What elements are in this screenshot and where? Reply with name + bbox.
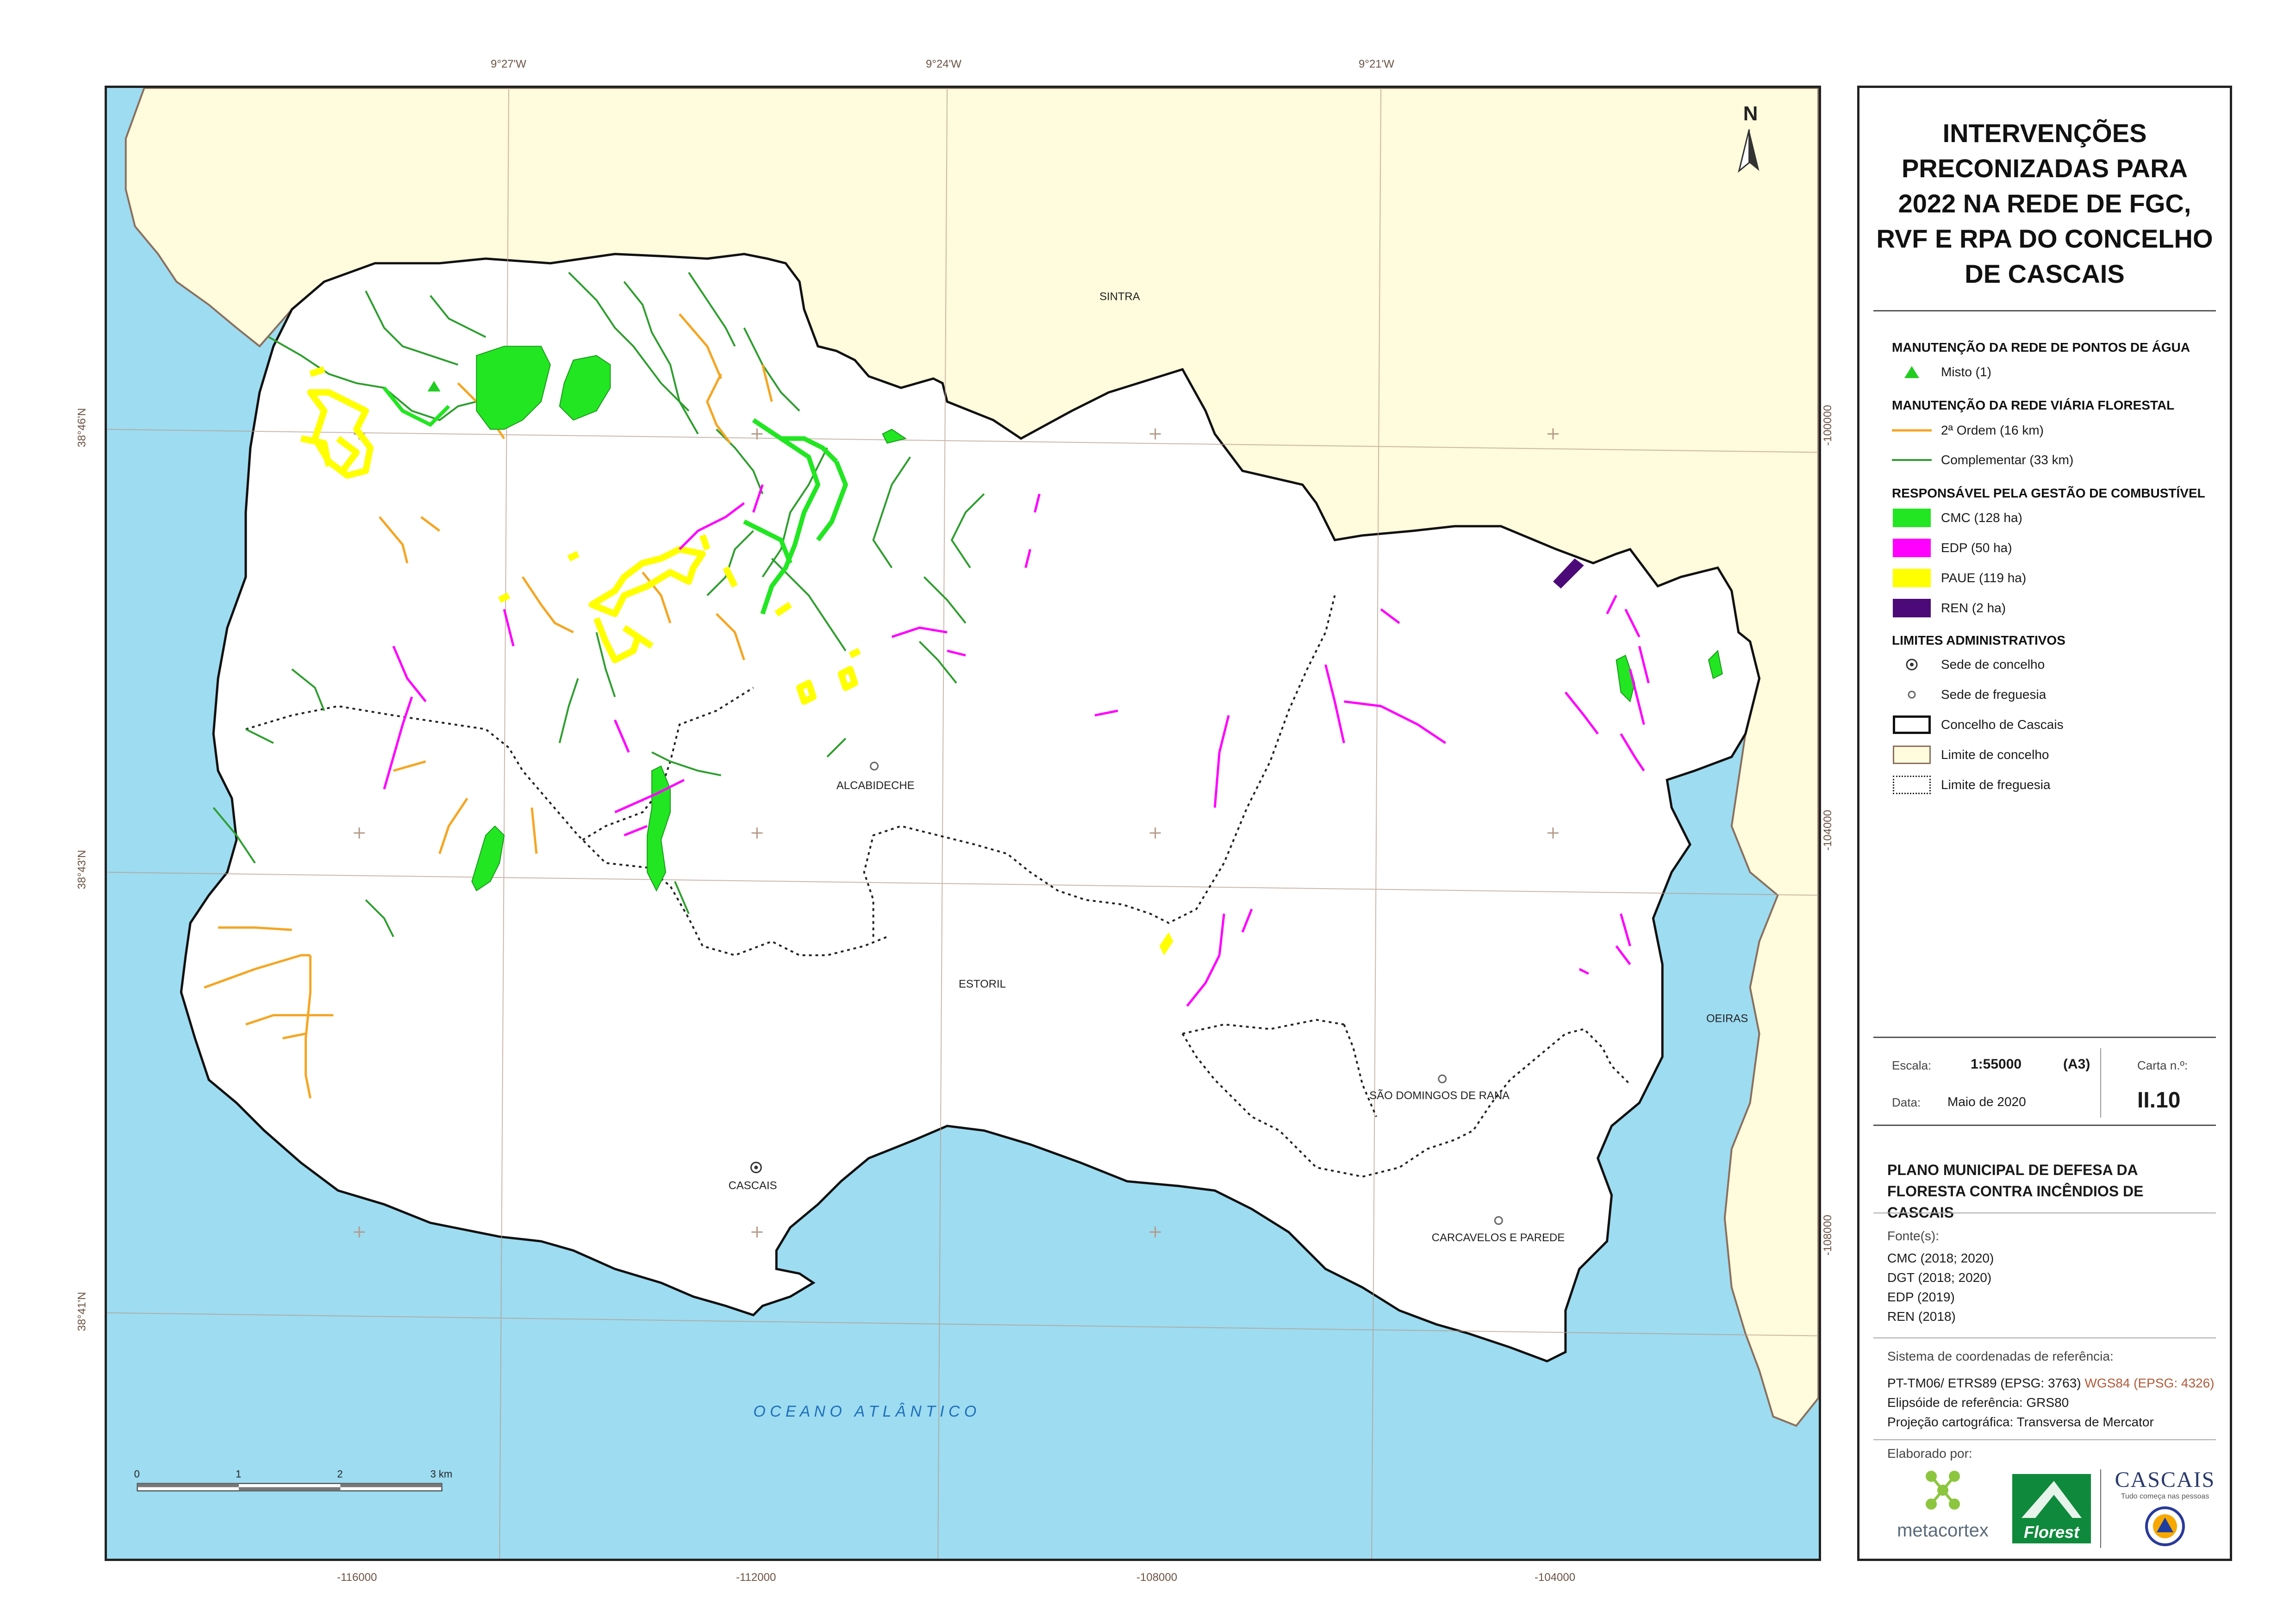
projection: Projeção cartográfica: Transversa de Mer… — [1887, 1415, 2154, 1429]
scale-value: 1:55000 — [1971, 1057, 2022, 1072]
northing-tick-1: -100000 — [1822, 404, 1834, 446]
source-1: CMC (2018; 2020) — [1887, 1251, 1994, 1265]
label-ocean: O C E A N O A T L Â N T I C O — [753, 1403, 976, 1420]
crs-label: Sistema de coordenadas de referência: — [1887, 1349, 2114, 1363]
latitude-tick-3: 38°41'N — [75, 1292, 88, 1331]
crs-divider — [1873, 1439, 2216, 1440]
info-vertical-divider — [2100, 1048, 2101, 1118]
easting-tick-3: -108000 — [1136, 1571, 1178, 1584]
metacortex-icon — [1926, 1471, 1960, 1510]
easting-tick-4: -104000 — [1535, 1571, 1576, 1584]
source-3: EDP (2019) — [1887, 1290, 1955, 1304]
green-line-icon — [1892, 459, 1932, 461]
svg-text:1: 1 — [236, 1468, 241, 1480]
legend-item-ren: REN (2 ha) — [1892, 597, 2006, 619]
legend-item-concelho-cascais: Concelho de Cascais — [1892, 714, 2064, 736]
svg-text:N: N — [1743, 102, 1758, 125]
tree-icon — [2021, 1481, 2082, 1518]
sede-freguesia-icon — [1908, 690, 1916, 699]
map-canvas[interactable]: SINTRA OEIRAS ALCABIDECHE ESTORIL SÃO DO… — [107, 88, 1819, 1559]
sede-concelho-icon — [1906, 659, 1918, 671]
florest-logo: Florest — [2012, 1474, 2091, 1543]
latitude-tick-2: 38°43'N — [75, 850, 88, 889]
sede-freguesia-sao-domingos — [1438, 1074, 1447, 1083]
sede-freguesia-carcavelos — [1494, 1216, 1503, 1225]
made-by-label: Elaborado por: — [1887, 1446, 1972, 1461]
sources-divider — [1873, 1337, 2216, 1338]
label-carcavelos: CARCAVELOS E PAREDE — [1432, 1231, 1565, 1244]
date-value: Maio de 2020 — [1947, 1094, 2026, 1109]
legend-heading-fuel: RESPONSÁVEL PELA GESTÃO DE COMBUSTÍVEL — [1892, 486, 2205, 500]
sede-freguesia-alcabideche — [870, 761, 879, 771]
crs-line: PT-TM06/ ETRS89 (EPSG: 3763) WGS84 (EPSG… — [1887, 1376, 2215, 1390]
ellipsoid: Elipsóide de referência: GRS80 — [1887, 1395, 2069, 1410]
legend-item-edp: EDP (50 ha) — [1892, 537, 2012, 559]
scale-label: Escala: — [1892, 1058, 1932, 1072]
longitude-tick-2: 9°24'W — [926, 58, 961, 70]
svg-text:3 km: 3 km — [430, 1468, 453, 1480]
longitude-tick-1: 9°27'W — [491, 58, 526, 70]
info-divider-bottom — [1873, 1125, 2216, 1126]
civil-protection-icon — [2145, 1506, 2185, 1546]
label-estoril: ESTORIL — [959, 978, 1006, 990]
legend-heading-admin: LIMITES ADMINISTRATIVOS — [1892, 633, 2065, 647]
map-title: INTERVENÇÕES PRECONIZADAS PARA 2022 NA R… — [1876, 118, 2213, 288]
label-oeiras: OEIRAS — [1706, 1013, 1748, 1025]
legend-item-2nd-order: 2ª Ordem (16 km) — [1892, 419, 2044, 442]
legend-item-sede-concelho: Sede de concelho — [1892, 653, 2045, 676]
legend-item-cmc: CMC (128 ha) — [1892, 507, 2022, 529]
sede-concelho-cascais — [750, 1162, 762, 1174]
date-label: Data: — [1892, 1095, 1921, 1109]
info-divider-top — [1873, 1037, 2216, 1038]
sheet-value: II.10 — [2137, 1088, 2181, 1113]
label-sintra: SINTRA — [1099, 291, 1140, 303]
easting-tick-1: -116000 — [337, 1571, 377, 1584]
northing-tick-2: -104000 — [1822, 809, 1834, 851]
label-cascais: CASCAIS — [729, 1180, 777, 1192]
legend-item-sede-freguesia: Sede de freguesia — [1892, 684, 2046, 706]
triangle-icon — [1904, 366, 1919, 378]
sheet-label: Carta n.º: — [2137, 1058, 2188, 1072]
orange-line-icon — [1892, 429, 1932, 432]
legend-item-limite-freguesia: Limite de freguesia — [1892, 774, 2051, 796]
metacortex-logo: metacortex — [1887, 1467, 1998, 1550]
longitude-tick-3: 9°21'W — [1359, 58, 1394, 70]
map-frame[interactable]: SINTRA OEIRAS ALCABIDECHE ESTORIL SÃO DO… — [105, 86, 1821, 1561]
logo-divider — [2100, 1469, 2101, 1548]
source-2: DGT (2018; 2020) — [1887, 1270, 1992, 1285]
crs-secondary: WGS84 (EPSG: 4326) — [2084, 1376, 2215, 1390]
legend-item-complementary: Complementar (33 km) — [1892, 449, 2073, 471]
svg-text:2: 2 — [337, 1468, 343, 1480]
legend-panel: INTERVENÇÕES PRECONIZADAS PARA 2022 NA R… — [1857, 86, 2232, 1561]
source-4: REN (2018) — [1887, 1309, 1956, 1324]
paper-size: (A3) — [2063, 1057, 2090, 1072]
sources-label: Fonte(s): — [1887, 1229, 1940, 1243]
scale-bar: 0 1 2 3 km — [134, 1468, 453, 1492]
legend-item-paue: PAUE (119 ha) — [1892, 567, 2026, 589]
title-divider — [1873, 310, 2216, 311]
latitude-tick-1: 38°46'N — [75, 408, 88, 448]
legend-heading-roads: MANUTENÇÃO DA REDE VIÁRIA FLORESTAL — [1892, 398, 2175, 412]
cascais-logo: CASCAIS Tudo começa nas pessoas — [2107, 1467, 2223, 1555]
easting-tick-2: -112000 — [736, 1571, 776, 1584]
legend-heading-water-points: MANUTENÇÃO DA REDE DE PONTOS DE ÁGUA — [1892, 340, 2190, 354]
label-sao-domingos: SÃO DOMINGOS DE RANA — [1369, 1089, 1510, 1102]
svg-text:0: 0 — [134, 1468, 140, 1480]
plan-title: PLANO MUNICIPAL DE DEFESA DA FLORESTA CO… — [1887, 1162, 2144, 1221]
legend-item-misto: Misto (1) — [1892, 361, 1991, 383]
legend-item-limite-concelho: Limite de concelho — [1892, 744, 2049, 766]
northing-tick-3: -108000 — [1822, 1214, 1834, 1256]
label-alcabideche: ALCABIDECHE — [836, 779, 915, 792]
